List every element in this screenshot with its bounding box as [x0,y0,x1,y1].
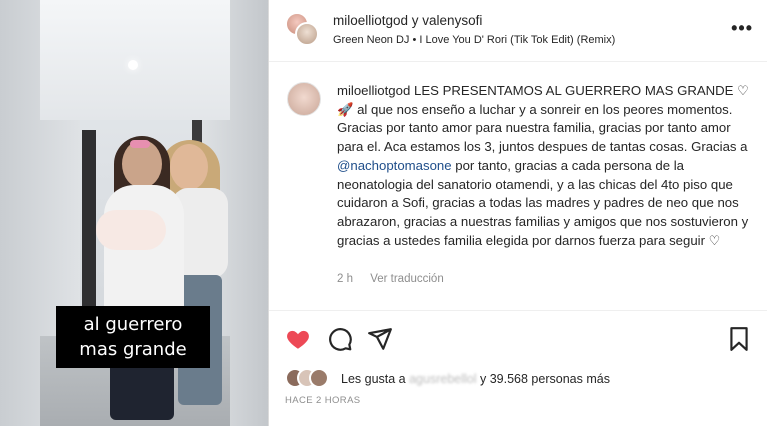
hair-bow [130,140,150,148]
post-header: miloelliotgod y valenysofi Green Neon DJ… [269,0,767,62]
heart-icon[interactable] [285,326,311,352]
more-icon[interactable]: ••• [731,18,753,39]
audio-track[interactable]: Green Neon DJ • I Love You D' Rori (Tik … [333,34,615,46]
likes-row[interactable]: Les gusta a agusrebellol y 39.568 person… [285,366,755,392]
avatar [295,22,319,46]
likes-text: Les gusta a agusrebellol y 39.568 person… [341,372,610,386]
comment-icon[interactable] [327,326,353,352]
likes-prefix: Les gusta a [341,372,410,386]
caption-line-2: mas grande [79,339,187,360]
comment-username[interactable]: miloelliotgod [337,83,410,98]
post-details-panel: miloelliotgod y valenysofi Green Neon DJ… [269,0,767,426]
caption-line-1: al guerrero [83,314,183,335]
video-caption: al guerrero mas grande [56,306,210,368]
comment-meta: 2 h Ver traducción [337,273,458,285]
person-right-head [170,144,208,190]
ceiling-light [128,60,138,70]
post-owner-names[interactable]: miloelliotgod y valenysofi [333,13,482,28]
actions-divider [269,310,767,311]
post-media[interactable]: al guerrero mas grande [0,0,268,426]
likes-hidden-name: agusrebellol [409,372,477,386]
share-icon[interactable] [367,326,393,352]
mention-link[interactable]: @nachoptomasone [337,158,452,173]
collab-avatars[interactable] [285,12,319,46]
comment-time: 2 h [337,273,353,285]
baby [96,210,166,250]
caption-comment: miloelliotgod LES PRESENTAMOS AL GUERRER… [269,70,767,300]
avatar[interactable] [287,82,321,116]
hallway-door-left [82,130,96,310]
likes-count[interactable]: y 39.568 personas más [477,372,610,386]
person-left-body [104,185,184,325]
bookmark-icon[interactable] [727,326,753,352]
action-bar [269,322,767,358]
translate-link[interactable]: Ver traducción [370,273,444,285]
post-timestamp: HACE 2 HORAS [285,395,361,406]
caption-text: miloelliotgod LES PRESENTAMOS AL GUERRER… [337,82,751,250]
avatar [309,368,329,388]
